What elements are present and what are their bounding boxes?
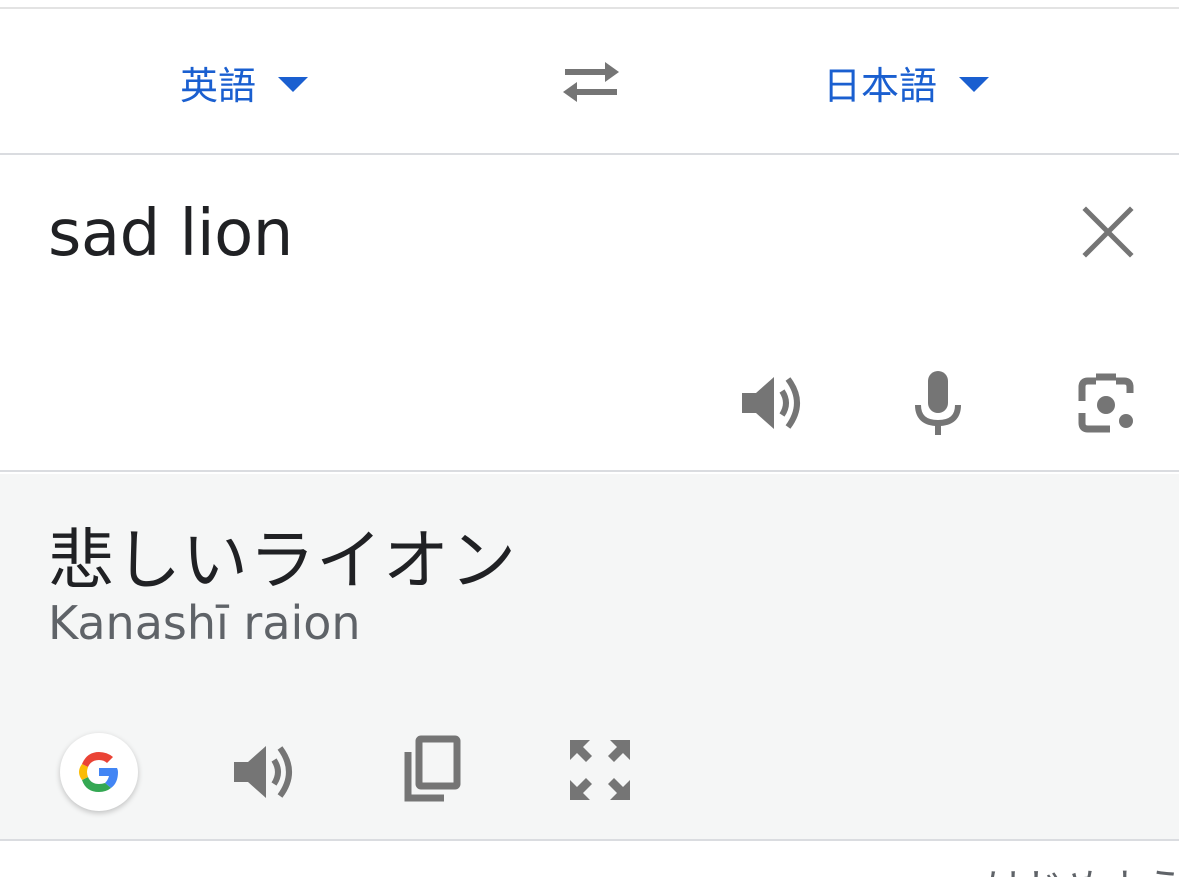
source-language-label: 英語 [180, 63, 257, 108]
fullscreen-icon [570, 740, 630, 800]
listen-translation-button[interactable] [226, 734, 302, 810]
clear-input-button[interactable] [1076, 200, 1140, 264]
speaker-icon [234, 746, 292, 798]
copy-icon [404, 735, 461, 802]
translate-page: 英語 日本語 sad lion 悲しいライオン Kanashī raion [0, 0, 1179, 877]
close-icon [1082, 206, 1134, 258]
swap-languages-button[interactable] [555, 54, 627, 110]
speaker-icon [742, 377, 800, 429]
google-search-button[interactable] [60, 733, 138, 811]
target-language-label: 日本語 [823, 63, 938, 108]
chevron-down-icon [959, 76, 990, 92]
listen-source-button[interactable] [734, 365, 810, 441]
target-language-selector[interactable]: 日本語 [823, 57, 990, 108]
camera-input-button[interactable] [1068, 365, 1144, 441]
translation-output-panel: 悲しいライオン Kanashī raion [0, 474, 1179, 841]
bottom-section: はじめよう [0, 843, 1179, 877]
fullscreen-button[interactable] [562, 732, 638, 808]
top-divider [0, 0, 1179, 9]
swap-languages-icon [563, 62, 619, 102]
language-bar: 英語 日本語 [0, 9, 1179, 155]
bottom-partial-label: はじめよう [985, 869, 1179, 877]
copy-translation-button[interactable] [394, 732, 470, 808]
voice-input-button[interactable] [900, 365, 976, 441]
google-logo-icon [79, 752, 118, 792]
source-text-input[interactable]: sad lion [48, 197, 293, 271]
camera-icon [1078, 373, 1134, 433]
source-input-panel[interactable]: sad lion [0, 157, 1179, 472]
microphone-icon [915, 371, 961, 435]
source-language-selector[interactable]: 英語 [180, 57, 309, 108]
romanization-text: Kanashī raion [48, 596, 361, 650]
chevron-down-icon [278, 76, 309, 92]
translated-text: 悲しいライオン [48, 522, 517, 599]
